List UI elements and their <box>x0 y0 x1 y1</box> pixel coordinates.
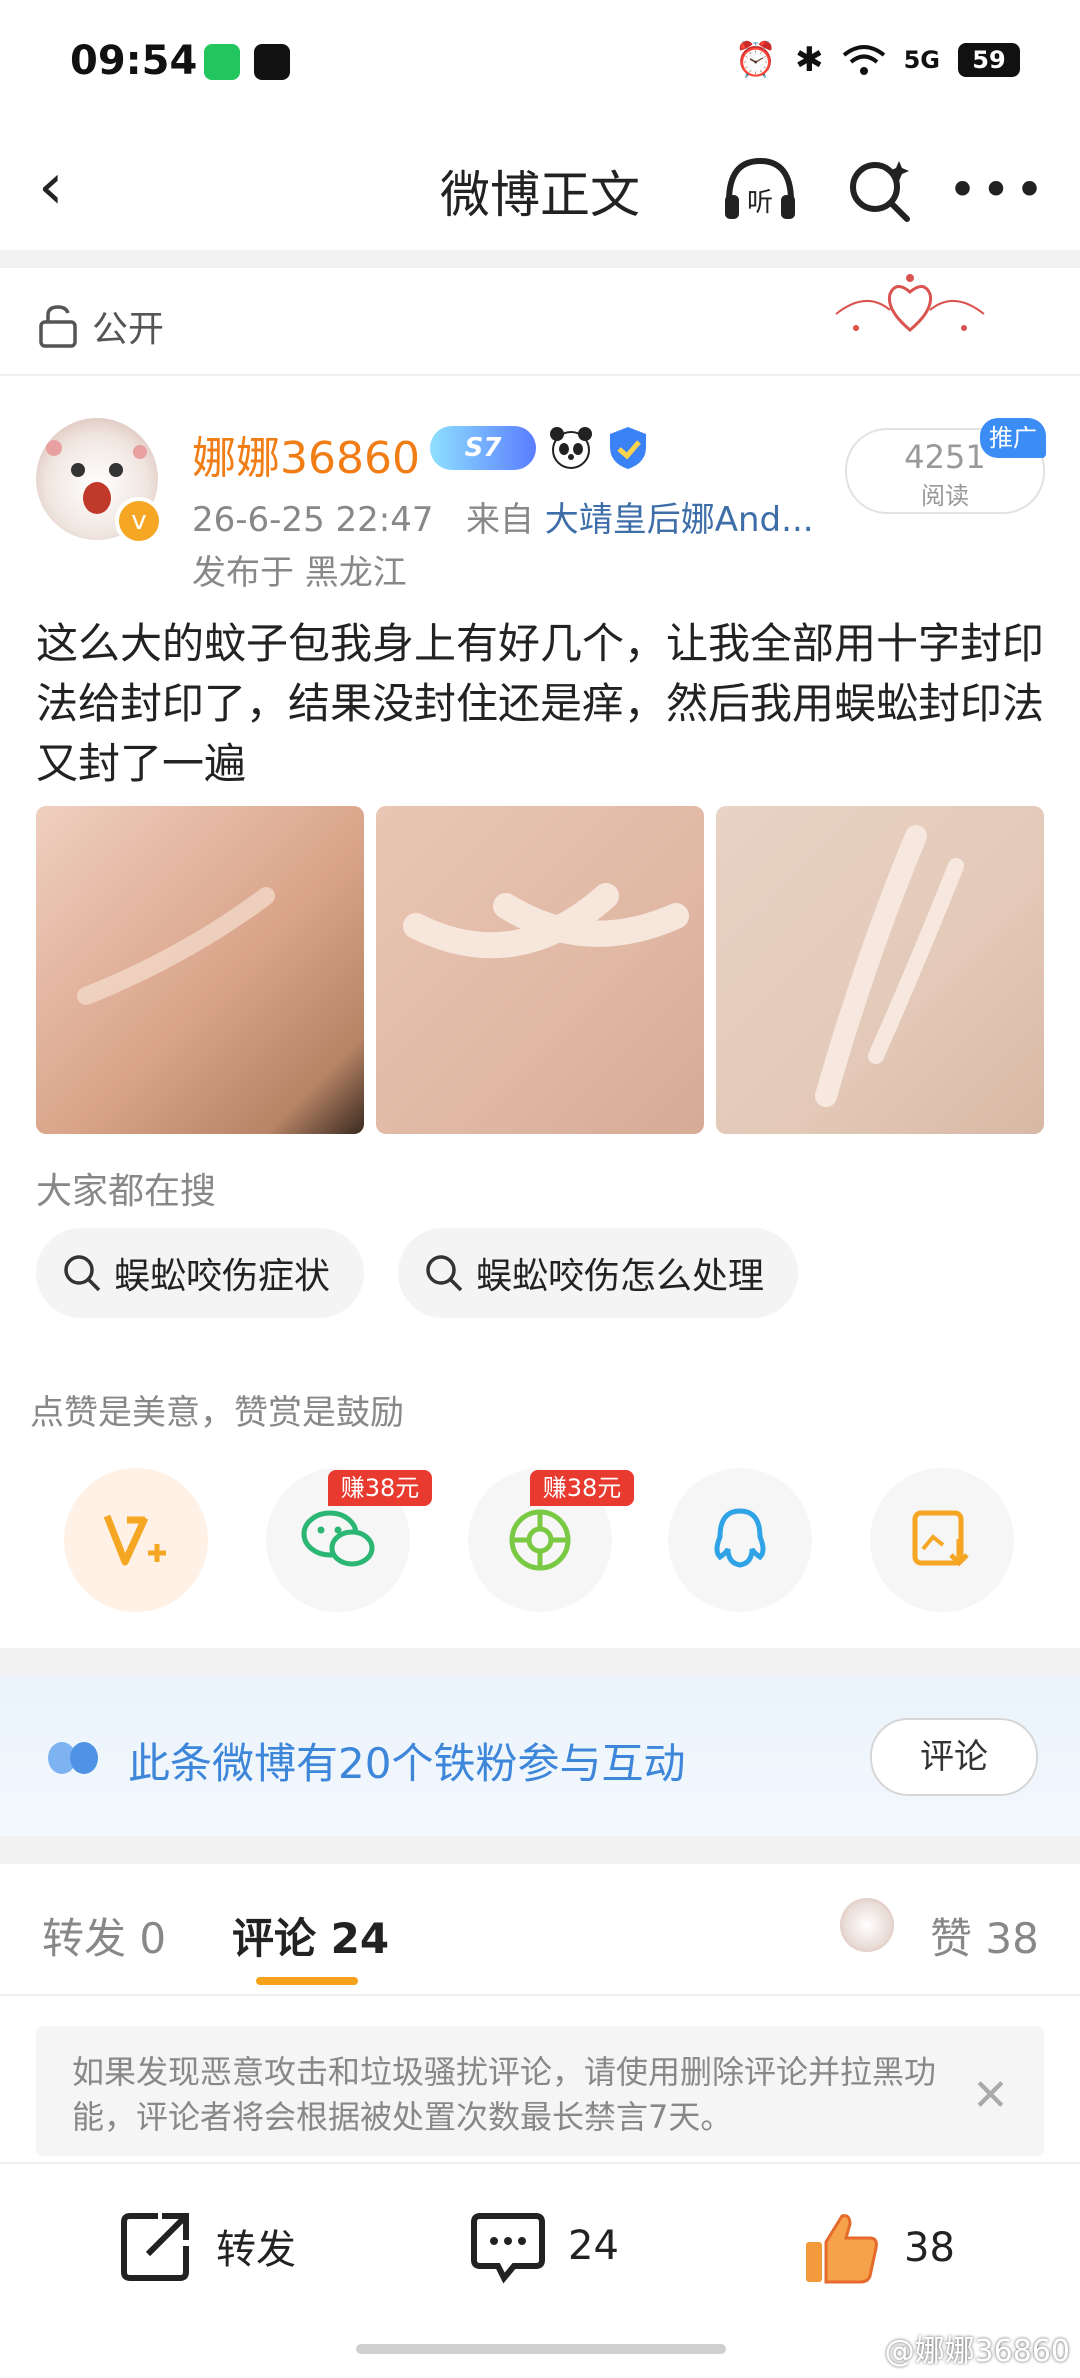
battery-level: 59 <box>972 46 1006 74</box>
post-source[interactable]: 大靖皇后娜And... <box>545 500 814 540</box>
like-tip: 点赞是美意，赞赏是鼓励 <box>30 1393 404 1433</box>
wechat-icon <box>301 1510 375 1567</box>
trending-search-label: 大家都在搜 <box>36 1171 217 1212</box>
status-time: 09:54 <box>70 38 198 84</box>
search-chip[interactable]: 蜈蚣咬伤症状 <box>36 1228 365 1318</box>
post-time: 26-6-25 22:47 <box>192 500 434 540</box>
wechat-reward-tag: 赚38元 <box>328 1470 432 1506</box>
search-icon <box>64 1255 101 1292</box>
bluetooth-icon: ✱ <box>795 40 824 80</box>
unlock-icon <box>39 305 77 348</box>
share-qq-button[interactable] <box>668 1468 812 1612</box>
comment-button[interactable]: 24 <box>470 2208 619 2284</box>
status-icons: ⏰ ✱ 5G 59 <box>735 40 1020 80</box>
tab-active-indicator <box>256 1977 358 1985</box>
wifi-icon <box>842 45 885 75</box>
source-prefix: 来自 <box>465 500 534 540</box>
comment-icon <box>471 2213 545 2284</box>
comment-count: 24 <box>568 2223 619 2269</box>
post-text: 这么大的蚊子包我身上有好几个，让我全部用十字封印法给封印了，结果没封住还是痒，然… <box>36 619 1045 788</box>
search-chip-label: 蜈蚣咬伤怎么处理 <box>476 1256 765 1297</box>
post-location: 发布于 黑龙江 <box>192 553 407 593</box>
panda-icon <box>550 427 592 469</box>
search-icon[interactable] <box>840 150 920 230</box>
divider <box>0 1994 1080 1996</box>
divider <box>0 374 1080 376</box>
search-chip-label: 蜈蚣咬伤症状 <box>114 1256 331 1297</box>
like-button[interactable]: 38 <box>802 2208 955 2288</box>
repost-label: 转发 <box>216 2227 296 2273</box>
wechat-notification-icon <box>204 44 240 80</box>
post-meta: 26-6-25 22:47 来自 大靖皇后娜And... <box>192 492 814 541</box>
more-icon[interactable]: ••• <box>948 150 1044 230</box>
reward-v-icon <box>103 1514 166 1566</box>
save-image-button[interactable] <box>870 1468 1014 1612</box>
listen-icon[interactable]: 听 <box>720 150 800 230</box>
like-count: 38 <box>904 2225 955 2271</box>
close-icon[interactable]: ✕ <box>972 2070 1009 2121</box>
fans-banner-text: 此条微博有20个铁粉参与互动 <box>128 1739 686 1788</box>
signal-icon: 5G <box>903 46 940 74</box>
promote-button[interactable]: 推广 <box>980 418 1046 458</box>
read-label: 阅读 <box>921 482 969 510</box>
shield-badge-icon <box>610 427 646 469</box>
repost-icon <box>121 2213 189 2281</box>
level-badge[interactable]: S7 <box>430 426 536 470</box>
watermark: @娜娜36860 <box>884 2334 1070 2369</box>
svg-text:听: 听 <box>747 188 773 218</box>
thumbs-up-icon <box>806 2214 878 2284</box>
moments-reward-tag: 赚38元 <box>530 1470 634 1506</box>
visibility-row: 公开 <box>38 300 164 352</box>
divider <box>0 250 1080 268</box>
fans-icon <box>48 1742 98 1774</box>
post-image-2[interactable] <box>376 806 704 1134</box>
capcut-notification-icon <box>254 44 290 80</box>
home-indicator[interactable] <box>356 2344 726 2354</box>
user-badges: S7 <box>430 425 650 471</box>
qq-icon <box>714 1508 766 1568</box>
appreciate-button[interactable] <box>64 1468 208 1612</box>
post-image-1[interactable] <box>36 806 364 1134</box>
decoration-sticker <box>835 274 985 332</box>
visibility-label: 公开 <box>92 309 165 350</box>
battery-icon: 59 <box>958 43 1020 77</box>
tab-like[interactable]: 赞 38 <box>930 1905 1039 1966</box>
comment-notice-text: 如果发现恶意攻击和垃圾骚扰评论，请使用删除评论并拉黑功能，评论者将会根据被处置次… <box>72 2053 937 2136</box>
alarm-icon: ⏰ <box>734 40 778 80</box>
post-image-3[interactable] <box>716 806 1044 1134</box>
liker-avatar <box>840 1898 894 1952</box>
fans-comment-button[interactable]: 评论 <box>870 1718 1038 1796</box>
divider <box>0 1648 1080 1676</box>
divider <box>0 1836 1080 1864</box>
repost-button[interactable]: 转发 <box>118 2208 296 2284</box>
tab-comment[interactable]: 评论 24 <box>232 1905 389 1966</box>
status-bar: 09:54 ⏰ ✱ 5G 59 <box>0 0 1080 120</box>
verified-badge-icon: v <box>115 497 163 545</box>
image-download-icon <box>912 1510 969 1567</box>
search-chip[interactable]: 蜈蚣咬伤怎么处理 <box>398 1228 799 1318</box>
moments-icon <box>509 1509 571 1571</box>
tab-repost[interactable]: 转发 0 <box>42 1905 166 1966</box>
username[interactable]: 娜娜36860 <box>192 422 420 486</box>
search-icon <box>426 1255 463 1292</box>
